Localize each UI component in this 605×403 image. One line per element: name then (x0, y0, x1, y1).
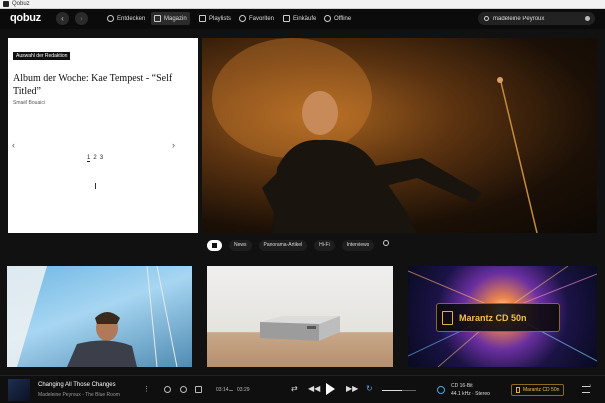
cd-player-icon (442, 310, 453, 325)
volume-slider[interactable] (382, 390, 416, 391)
featured-article-card[interactable] (8, 38, 198, 233)
concert-photo (212, 38, 538, 233)
queue-count: 1 (589, 383, 592, 388)
play-button[interactable] (326, 383, 335, 395)
app-icon (3, 1, 9, 7)
featured-article-image[interactable] (202, 38, 597, 233)
app-header: qobuz ‹ › Entdecken Magazin Playlists Fa… (0, 9, 605, 29)
favorite-heart-icon[interactable] (180, 386, 187, 393)
search-icon (484, 16, 489, 21)
nav-discover[interactable]: Entdecken (104, 12, 148, 25)
cd-player-icon (516, 387, 520, 393)
carousel-pager: 1 2 3 (87, 155, 103, 162)
editors-choice-badge: Auswahl der Redaktion (13, 52, 71, 60)
window-titlebar: Qobuz (0, 0, 605, 9)
progress-bar[interactable] (229, 390, 233, 391)
album-cover[interactable] (8, 379, 30, 401)
output-device-button[interactable]: Marantz CD 50n (511, 384, 565, 396)
next-track-icon[interactable]: ▶▶ (346, 384, 358, 394)
nav-playlists[interactable]: Playlists (196, 12, 234, 25)
bag-icon (283, 15, 290, 22)
previous-track-icon[interactable]: ◀◀ (308, 384, 320, 394)
page-3[interactable]: 3 (100, 155, 103, 162)
shuffle-icon[interactable]: ⇄ (291, 384, 298, 394)
featured-article-title[interactable]: Album der Woche: Kae Tempest - “Self Tit… (13, 72, 183, 98)
download-icon (324, 15, 331, 22)
compass-icon (107, 15, 114, 22)
playlist-icon (199, 15, 206, 22)
tab-search-icon[interactable] (381, 240, 391, 251)
elapsed-time: 03:14 (216, 387, 229, 393)
nav-offline[interactable]: Offline (321, 12, 354, 25)
carousel-prev-icon[interactable]: ‹ (12, 140, 15, 150)
volume-fill (382, 390, 402, 391)
nav-purchases[interactable]: Einkäufe (280, 12, 319, 25)
tab-home[interactable] (207, 240, 222, 251)
article-card-2[interactable] (207, 266, 393, 367)
quality-icon (437, 386, 445, 394)
info-icon[interactable] (164, 386, 171, 393)
device-photo (260, 316, 340, 341)
promo-label: Marantz CD 50n (436, 303, 560, 332)
tab-panorama[interactable]: Panorama-Artikel (258, 240, 308, 251)
magazine-icon (154, 15, 161, 22)
article-card-3[interactable]: Marantz CD 50n (408, 266, 597, 367)
audio-format-rate: 44.1 kHz · Stereo (451, 391, 490, 397)
back-button[interactable]: ‹ (56, 12, 69, 25)
search-input[interactable] (493, 15, 583, 22)
track-title[interactable]: Changing All Those Changes (38, 382, 116, 388)
qobuz-logo[interactable]: qobuz (10, 12, 41, 24)
page-1[interactable]: 1 (87, 155, 91, 162)
nav-favorites[interactable]: Favoriten (236, 12, 277, 25)
audio-format-depth: CD 16-Bit (451, 383, 473, 389)
nav-magazine[interactable]: Magazin (151, 12, 190, 25)
clear-search-icon[interactable] (585, 16, 590, 21)
carousel-next-icon[interactable]: › (172, 140, 175, 150)
more-options-icon[interactable]: ⋮ (143, 386, 150, 393)
featured-article-author: Smaël Bouaici (13, 100, 45, 106)
repeat-icon[interactable]: ↻ (366, 384, 373, 394)
add-to-playlist-icon[interactable] (195, 386, 202, 393)
forward-button[interactable]: › (75, 12, 88, 25)
sailboat-photo (7, 266, 178, 367)
search-box[interactable] (478, 12, 595, 25)
page-2[interactable]: 2 (93, 155, 96, 162)
article-card-1[interactable] (7, 266, 192, 367)
tab-hifi[interactable]: Hi-Fi (314, 240, 335, 251)
text-cursor (95, 183, 96, 189)
magazine-tabs: News Panorama-Artikel Hi-Fi Interviews (207, 240, 391, 251)
tab-news[interactable]: News (229, 240, 252, 251)
tab-interviews[interactable]: Interviews (341, 240, 375, 251)
window-title: Qobuz (12, 1, 30, 7)
total-time: 03:29 (237, 387, 250, 393)
track-artist[interactable]: Madeleine Peyroux - The Blue Room (38, 392, 120, 398)
heart-icon (239, 15, 246, 22)
player-bar: Changing All Those Changes Madeleine Pey… (0, 375, 605, 403)
